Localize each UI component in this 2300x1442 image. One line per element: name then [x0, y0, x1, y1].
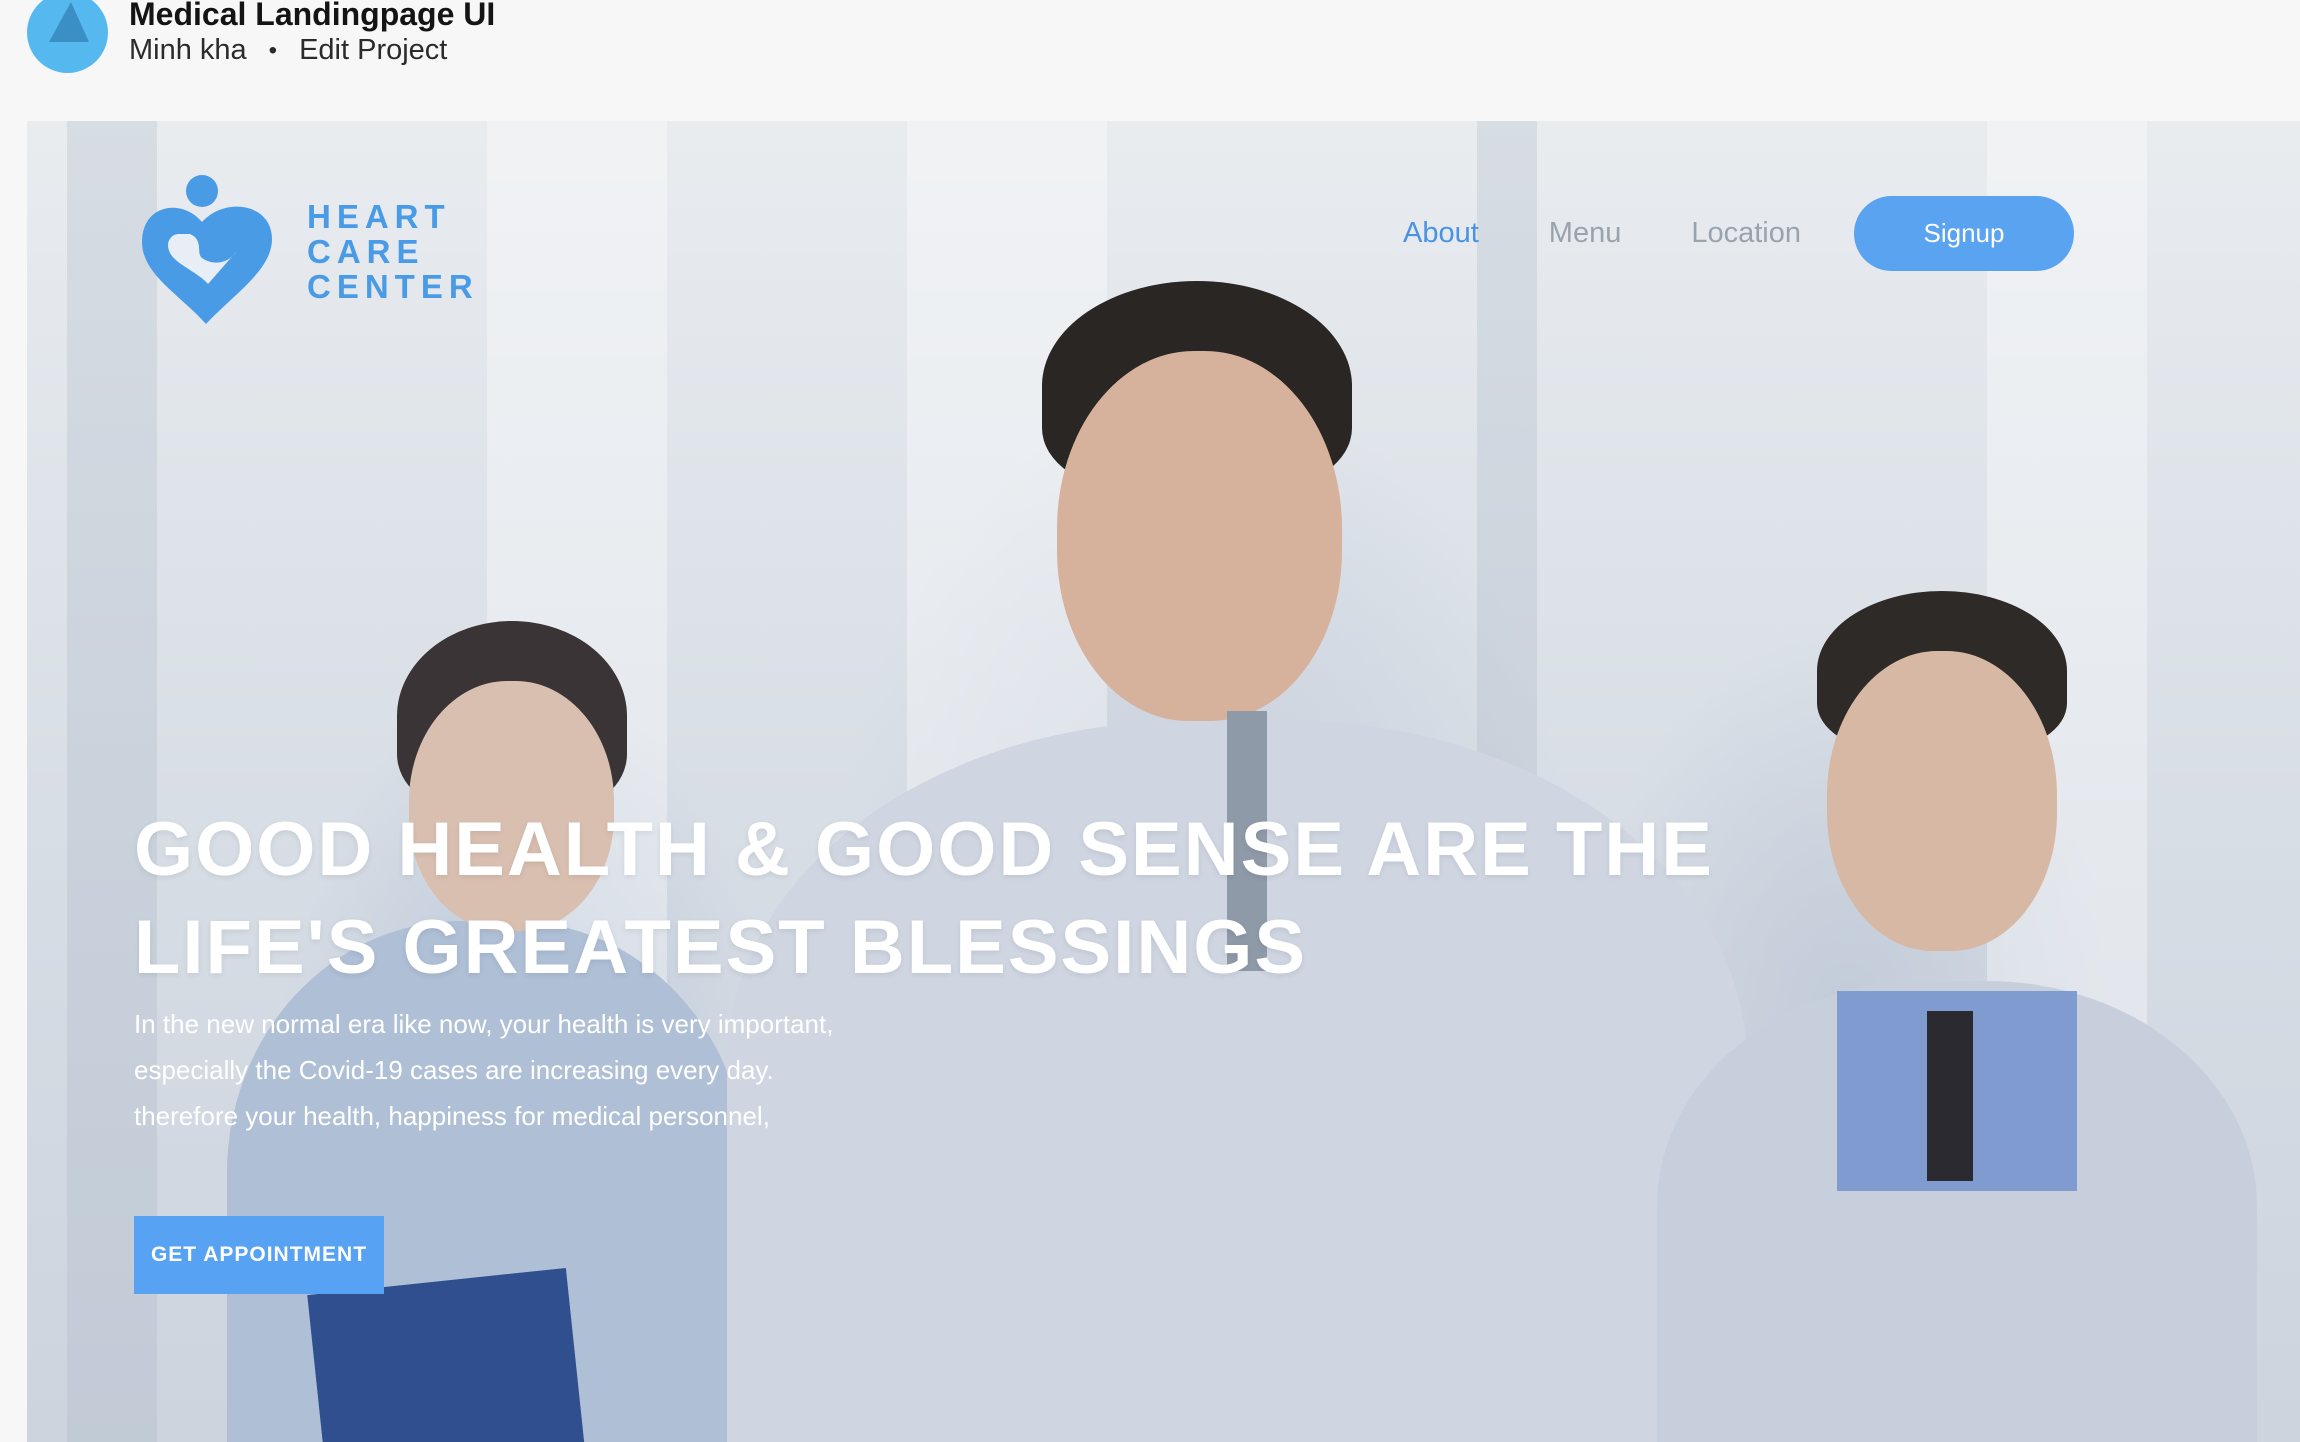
- author-name[interactable]: Minh kha: [129, 34, 247, 67]
- hero-subtitle-line: In the new normal era like now, your hea…: [134, 1009, 834, 1039]
- logo-line: CENTER: [307, 268, 479, 305]
- hero-subtitle-line: especially the Covid-19 cases are increa…: [134, 1055, 774, 1085]
- hero-subtitle-line: therefore your health, happiness for med…: [134, 1101, 770, 1131]
- get-appointment-button[interactable]: GET APPOINTMENT: [134, 1216, 384, 1294]
- doctor-right-photo: [1637, 591, 2277, 1442]
- heart-person-icon: [142, 175, 272, 324]
- nav-about[interactable]: About: [1403, 217, 1479, 250]
- project-meta: Minh kha • Edit Project: [129, 34, 447, 67]
- hero-title-line: LIFE'S GREATEST BLESSINGS: [134, 905, 1308, 990]
- hero-title-line: GOOD HEALTH & GOOD SENSE ARE THE: [134, 807, 1714, 892]
- logo-wordmark: HEART CARE CENTER: [307, 199, 479, 304]
- separator-dot: •: [268, 36, 278, 64]
- project-title: Medical Landingpage UI: [129, 0, 496, 32]
- logo-line: HEART: [307, 198, 451, 235]
- signup-button[interactable]: Signup: [1854, 196, 2074, 271]
- avatar-shape-icon: [49, 2, 89, 42]
- hero-subtitle: In the new normal era like now, your hea…: [134, 1001, 833, 1139]
- logo-line: CARE: [307, 233, 425, 270]
- nav-menu[interactable]: Menu: [1549, 217, 1622, 250]
- heart-care-logo[interactable]: HEART CARE CENTER: [134, 174, 479, 329]
- landing-page-shot: HEART CARE CENTER About Menu Location Si…: [27, 121, 2300, 1442]
- project-avatar[interactable]: [27, 0, 108, 73]
- edit-project-link[interactable]: Edit Project: [299, 34, 447, 67]
- hero-title: GOOD HEALTH & GOOD SENSE ARE THE LIFE'S …: [134, 801, 1834, 997]
- nav-location[interactable]: Location: [1691, 217, 1801, 250]
- main-nav: About Menu Location Signup: [1403, 196, 2074, 271]
